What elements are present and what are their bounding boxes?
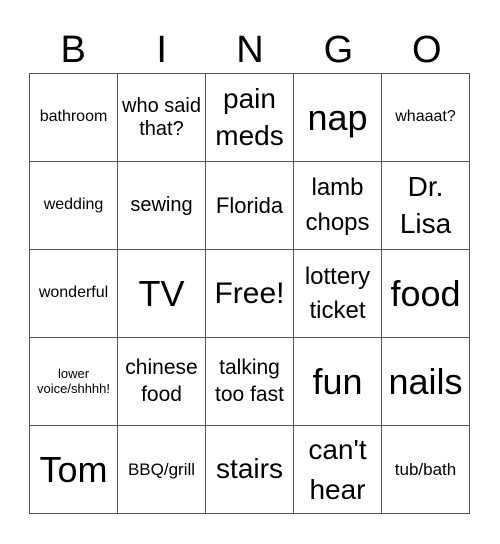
card-cell[interactable]: food bbox=[381, 249, 470, 338]
card-cell[interactable]: fun bbox=[293, 337, 382, 426]
card-cell[interactable]: nap bbox=[293, 73, 382, 162]
card-free-space[interactable]: Free! bbox=[205, 249, 294, 338]
card-cell[interactable]: TV bbox=[117, 249, 206, 338]
header-letter-i: I bbox=[156, 29, 167, 71]
card-cell[interactable]: who said that? bbox=[117, 73, 206, 162]
card-cell[interactable]: talking too fast bbox=[205, 337, 294, 426]
card-cell[interactable]: nails bbox=[381, 337, 470, 426]
header-letter-b: B bbox=[60, 29, 86, 71]
card-cell[interactable]: lottery ticket bbox=[293, 249, 382, 338]
card-cell[interactable]: lower voice/shhhh! bbox=[29, 337, 118, 426]
card-cell[interactable]: sewing bbox=[117, 161, 206, 250]
header-letter-g: G bbox=[323, 29, 354, 71]
card-cell[interactable]: BBQ/grill bbox=[117, 425, 206, 514]
card-cell[interactable]: bathroom bbox=[29, 73, 118, 162]
card-cell[interactable]: chinese food bbox=[117, 337, 206, 426]
card-cell[interactable]: tub/bath bbox=[381, 425, 470, 514]
card-cell[interactable]: Florida bbox=[205, 161, 294, 250]
card-row: Tom BBQ/grill stairs can't hear tub/bath bbox=[29, 425, 470, 514]
bingo-card: bathroom who said that? pain meds nap wh… bbox=[29, 73, 470, 514]
card-cell[interactable]: stairs bbox=[205, 425, 294, 514]
card-cell[interactable]: whaaat? bbox=[381, 73, 470, 162]
card-row: wedding sewing Florida lamb chops Dr. Li… bbox=[29, 161, 470, 250]
card-row: bathroom who said that? pain meds nap wh… bbox=[29, 73, 470, 162]
card-row: lower voice/shhhh! chinese food talking … bbox=[29, 337, 470, 426]
card-cell[interactable]: lamb chops bbox=[293, 161, 382, 250]
card-cell[interactable]: can't hear bbox=[293, 425, 382, 514]
card-cell[interactable]: wedding bbox=[29, 161, 118, 250]
card-row: wonderful TV Free! lottery ticket food bbox=[29, 249, 470, 338]
card-cell[interactable]: pain meds bbox=[205, 73, 294, 162]
header-letter-n: N bbox=[236, 29, 264, 71]
card-cell[interactable]: Tom bbox=[29, 425, 118, 514]
bingo-header: B I N G O bbox=[29, 28, 471, 73]
header-letter-o: O bbox=[412, 29, 442, 71]
card-cell[interactable]: wonderful bbox=[29, 249, 118, 338]
card-cell[interactable]: Dr. Lisa bbox=[381, 161, 470, 250]
